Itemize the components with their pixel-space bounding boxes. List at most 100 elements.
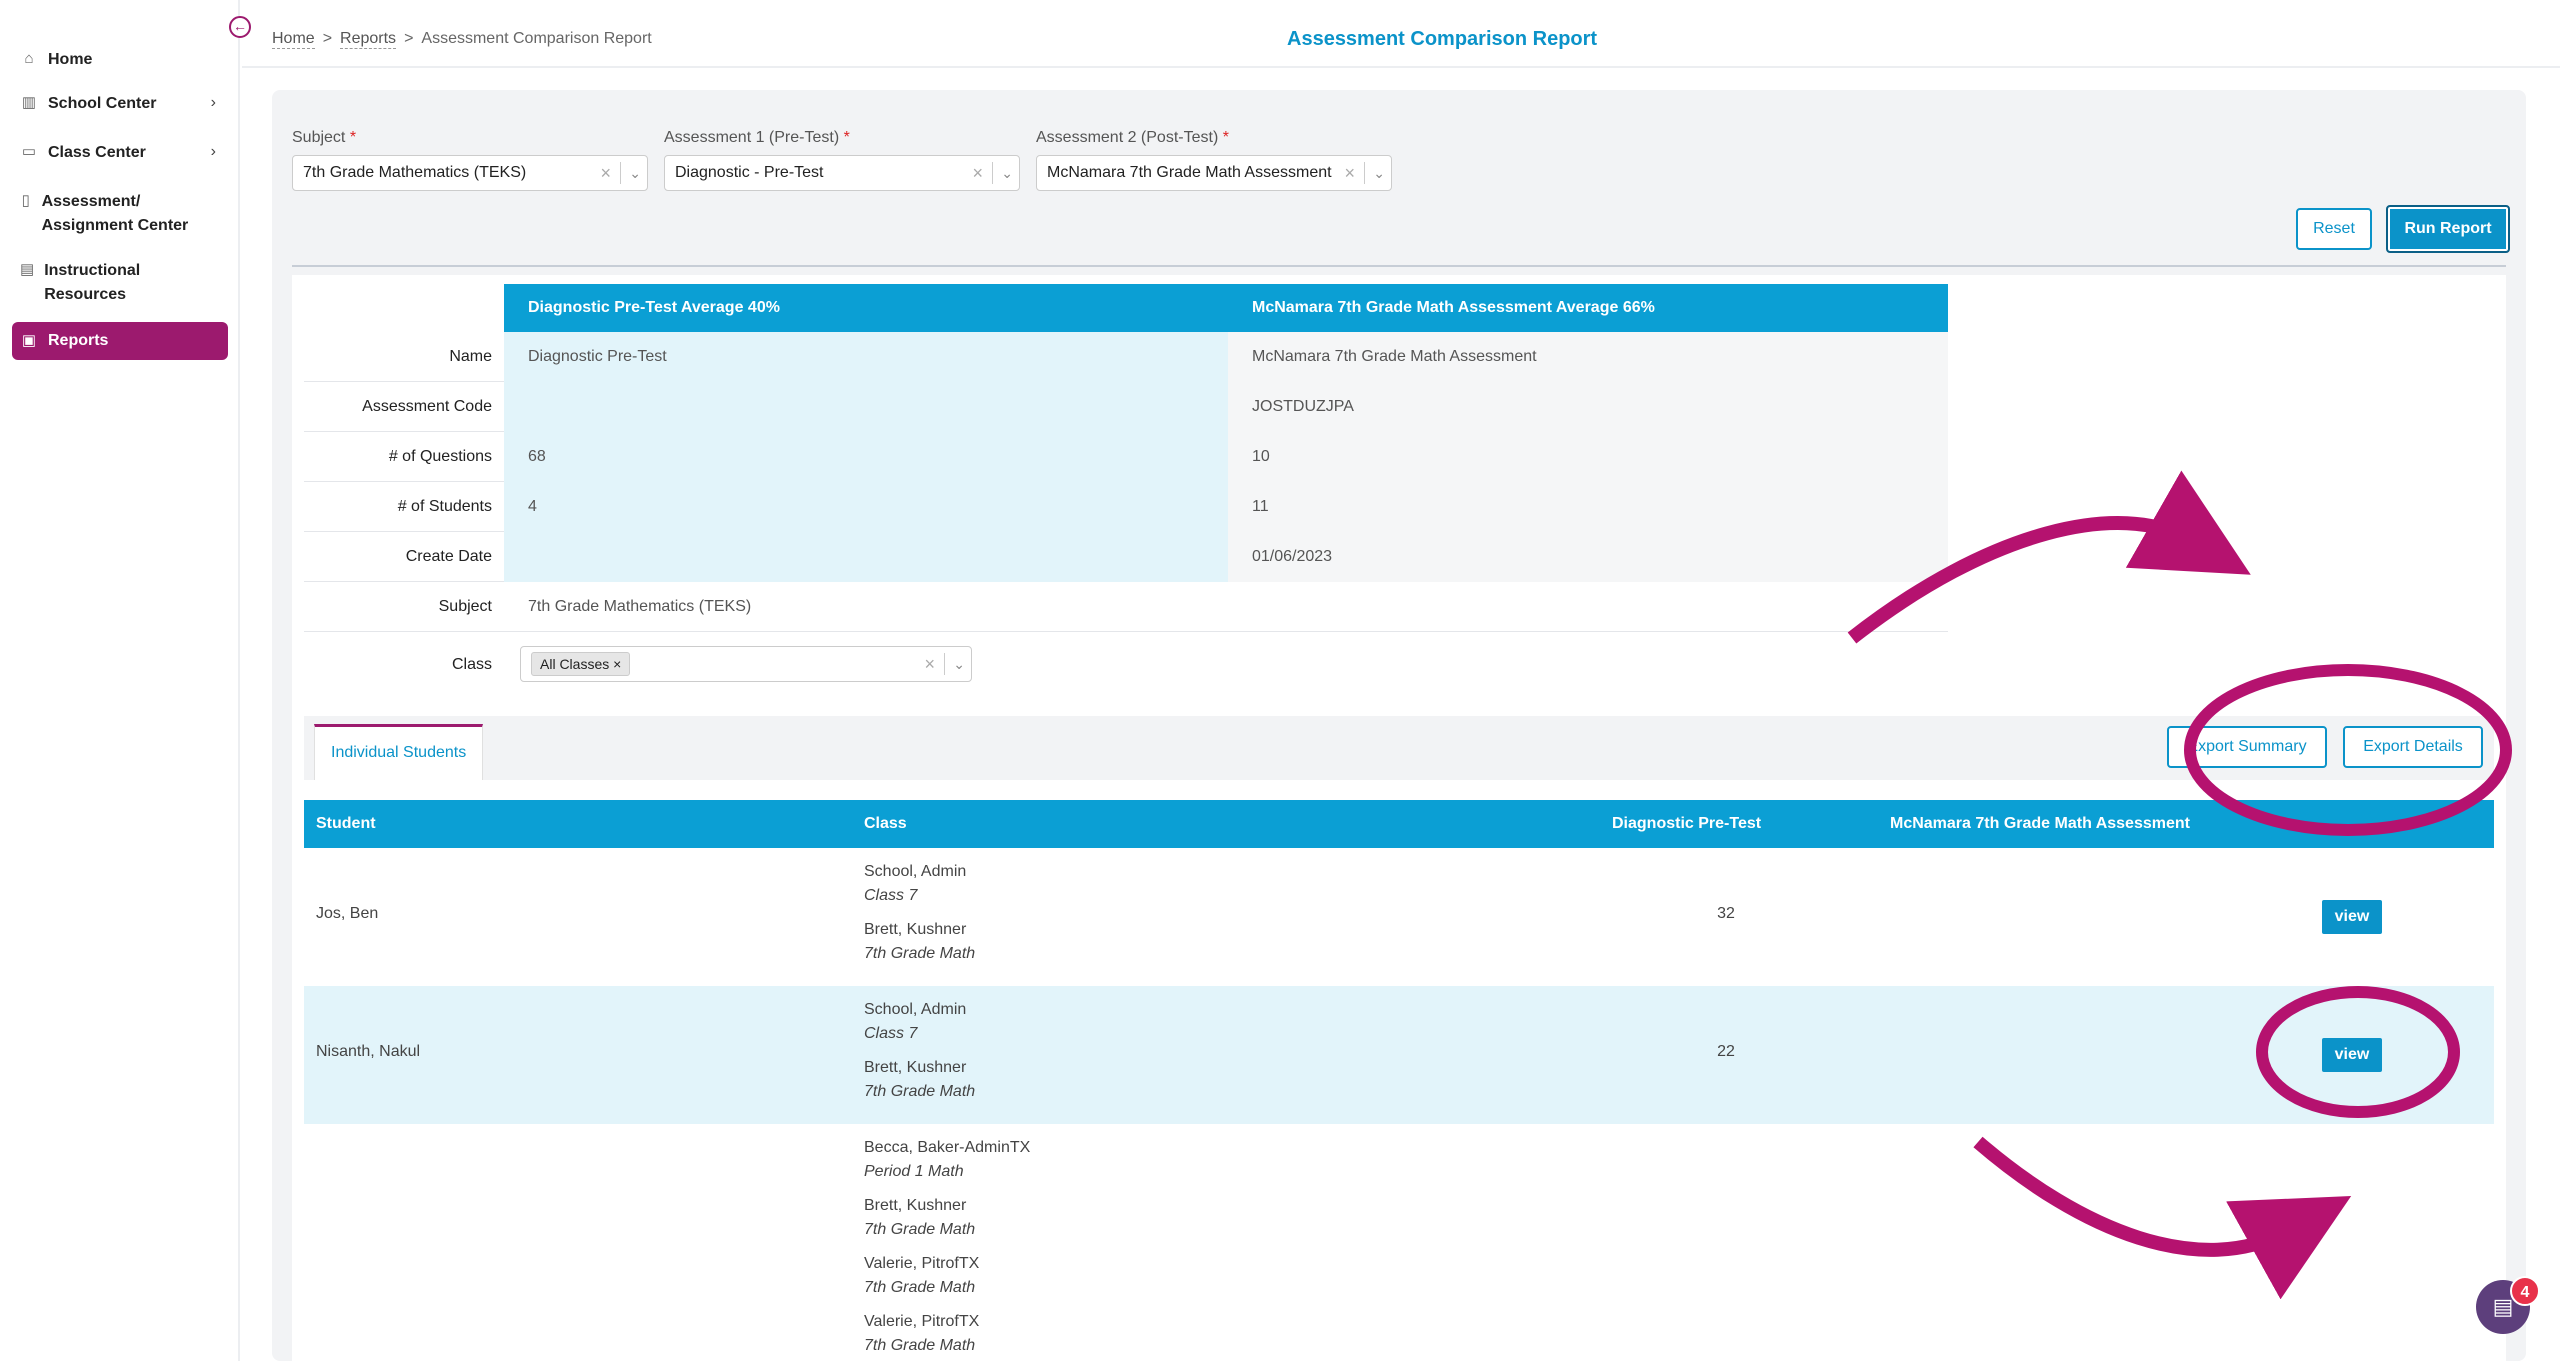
pre-test-score: 32 (1717, 905, 1735, 922)
row-label: Subject (438, 598, 492, 615)
a2-value: JOSTDUZJPA (1228, 382, 1948, 432)
sidebar-item-home[interactable]: ⌂ Home (12, 48, 228, 72)
clear-icon[interactable]: × (972, 156, 983, 190)
teacher-name: Brett, Kushner (864, 1059, 967, 1076)
breadcrumb-separator: > (404, 30, 414, 47)
subject-select-value: 7th Grade Mathematics (TEKS) (303, 164, 527, 181)
sidebar-item-school-center[interactable]: ▥ School Center › (12, 92, 228, 116)
breadcrumb: Home > Reports > Assessment Comparison R… (272, 30, 652, 49)
assessment2-select-value: McNamara 7th Grade Math Assessment (1047, 164, 1332, 181)
clear-icon[interactable]: × (600, 156, 611, 190)
divider (292, 265, 2506, 267)
breadcrumb-home[interactable]: Home (272, 30, 315, 49)
chevron-down-icon[interactable]: ⌄ (1001, 156, 1013, 190)
pre-test-score: 22 (1717, 1043, 1735, 1060)
comparison-row: Create Date 01/06/2023 (304, 532, 1948, 582)
comparison-row-subject: Subject 7th Grade Mathematics (TEKS) (304, 582, 1948, 632)
top-header: Home > Reports > Assessment Comparison R… (242, 0, 2560, 68)
open-book-icon: ▤ (20, 261, 35, 278)
run-report-button[interactable]: Run Report (2386, 205, 2510, 253)
assessment2-label: Assessment 2 (Post-Test) * (1036, 129, 1229, 146)
class-name: Class 7 (864, 887, 918, 904)
sidebar-item-class-center[interactable]: ▭ Class Center › (12, 141, 228, 165)
assessment1-select[interactable]: Diagnostic - Pre-Test × ⌄ (664, 155, 1020, 191)
a1-value: 68 (504, 432, 1228, 482)
class-name: 7th Grade Math (864, 1337, 976, 1354)
comparison-row: Name Diagnostic Pre-Test McNamara 7th Gr… (304, 332, 1948, 382)
remove-tag-icon[interactable]: × (613, 656, 621, 672)
col-post-test: McNamara 7th Grade Math Assessment (1890, 815, 2190, 832)
comparison-row: Assessment Code JOSTDUZJPA (304, 382, 1948, 432)
class-name: 7th Grade Math (864, 945, 976, 962)
chat-icon: ▤ (2492, 1294, 2514, 1319)
tab-individual-students[interactable]: Individual Students (314, 724, 484, 780)
monitor-icon: ▭ (21, 143, 37, 160)
sidebar-item-label: Class Center (48, 144, 146, 161)
tab-strip: Individual Students (304, 716, 2494, 780)
assessment1-select-value: Diagnostic - Pre-Test (675, 164, 824, 181)
subject-select[interactable]: 7th Grade Mathematics (TEKS) × ⌄ (292, 155, 648, 191)
sidebar-item-label: Assessment/ Assignment Center (41, 193, 189, 234)
assessment2-select[interactable]: McNamara 7th Grade Math Assessment × ⌄ (1036, 155, 1392, 191)
arrow-left-icon: ← (233, 18, 247, 34)
export-summary-button[interactable]: Export Summary (2167, 726, 2327, 768)
comparison-row: # of Questions 68 10 (304, 432, 1948, 482)
a2-value: 10 (1228, 432, 1948, 482)
teacher-name: Valerie, PitrofTX (864, 1255, 980, 1272)
breadcrumb-current: Assessment Comparison Report (421, 30, 652, 47)
sidebar: ⌂ Home ▥ School Center › ▭ Class Center … (0, 0, 240, 1361)
class-name: Class 7 (864, 1025, 918, 1042)
sidebar-item-label: Instructional Resources (44, 262, 141, 303)
notification-badge: 4 (2510, 1276, 2540, 1306)
teacher-name: Becca, Baker-AdminTX (864, 1139, 1031, 1156)
row-label: Name (449, 348, 492, 365)
teacher-name: Brett, Kushner (864, 921, 967, 938)
row-label: # of Questions (388, 448, 492, 465)
assessment1-label: Assessment 1 (Pre-Test) * (664, 129, 850, 146)
sidebar-item-label: School Center (48, 95, 157, 112)
a2-value: 01/06/2023 (1228, 532, 1948, 582)
col-student: Student (316, 815, 376, 832)
a1-value: 4 (504, 482, 1228, 532)
chevron-right-icon: › (210, 94, 216, 111)
teacher-name: Valerie, PitrofTX (864, 1313, 980, 1330)
a1-value (504, 382, 1228, 432)
view-button[interactable]: view (2322, 1038, 2382, 1072)
student-classes: Becca, Baker-AdminTX Period 1 Math Brett,… (864, 1136, 1030, 1368)
clear-icon[interactable]: × (1344, 156, 1355, 190)
collapse-sidebar-button[interactable]: ← (229, 16, 251, 38)
student-name: Nisanth, Nakul (316, 1043, 421, 1060)
comparison-row: # of Students 4 11 (304, 482, 1948, 532)
breadcrumb-separator: > (322, 30, 333, 47)
comparison-row-class: Class All Classes × × ⌄ (304, 632, 1948, 698)
breadcrumb-reports[interactable]: Reports (340, 30, 397, 49)
comparison-header-a2: McNamara 7th Grade Math Assessment Avera… (1228, 284, 1948, 332)
comparison-header-a1: Diagnostic Pre-Test Average 40% (504, 284, 1228, 332)
export-details-button[interactable]: Export Details (2343, 726, 2483, 768)
teacher-name: Brett, Kushner (864, 1197, 967, 1214)
class-name: Period 1 Math (864, 1163, 964, 1180)
teacher-name: School, Admin (864, 863, 967, 880)
class-name: 7th Grade Math (864, 1279, 976, 1296)
sidebar-item-instructional-resources[interactable]: ▤ Instructional Resources (12, 259, 172, 307)
sidebar-item-reports[interactable]: ▣ Reports (12, 322, 228, 360)
student-classes: School, Admin Class 7 Brett, Kushner 7th G… (864, 998, 975, 1114)
clear-icon[interactable]: × (924, 647, 935, 681)
a2-value: 11 (1228, 482, 1948, 532)
subject-label: Subject * (292, 129, 357, 146)
report-icon: ▣ (21, 332, 37, 349)
chevron-down-icon[interactable]: ⌄ (629, 156, 641, 190)
chevron-down-icon[interactable]: ⌄ (1373, 156, 1385, 190)
building-icon: ▥ (21, 94, 37, 111)
reset-button[interactable]: Reset (2296, 208, 2372, 250)
sidebar-item-assessment-center[interactable]: ▯ Assessment/ Assignment Center (12, 190, 202, 238)
view-button[interactable]: view (2322, 900, 2382, 934)
table-row: Nisanth, Nakul School, Admin Class 7 Bret… (304, 986, 2494, 1124)
class-filter-select[interactable]: All Classes × × ⌄ (520, 646, 972, 682)
table-row: Becca, Baker-AdminTX Period 1 Math Brett,… (304, 1124, 2494, 1361)
row-label: # of Students (397, 498, 492, 515)
class-name: 7th Grade Math (864, 1221, 976, 1238)
chevron-down-icon[interactable]: ⌄ (953, 647, 965, 681)
teacher-name: School, Admin (864, 1001, 967, 1018)
class-tag: All Classes × (531, 651, 631, 676)
